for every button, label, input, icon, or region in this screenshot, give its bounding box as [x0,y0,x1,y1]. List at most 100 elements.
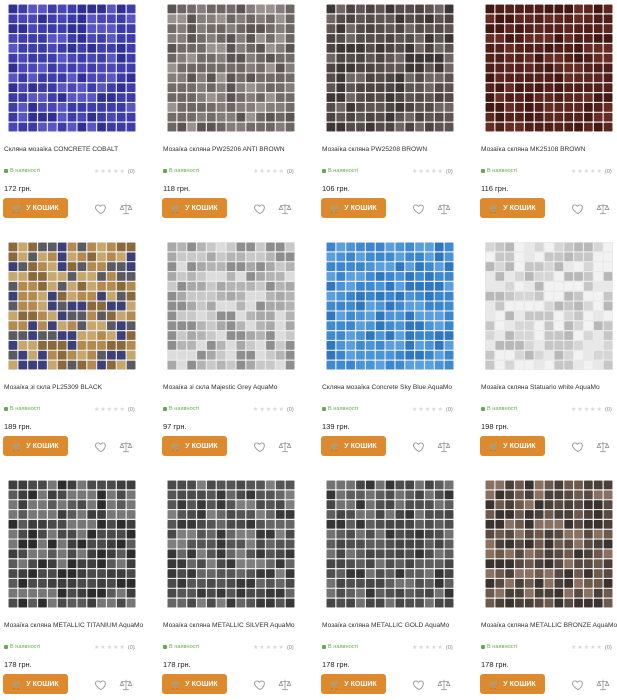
add-to-cart-button[interactable]: 🛒 У КОШИК [480,436,545,456]
rating-count: (0) [604,407,612,413]
scales-icon[interactable] [278,678,292,692]
product-image[interactable] [485,242,613,370]
rating-stars[interactable]: ★★★★★ (0) [571,406,612,413]
product-image[interactable] [326,4,454,132]
add-to-cart-button[interactable]: 🛒 У КОШИК [480,198,545,218]
product-price: 189 грн. [4,422,32,431]
product-image[interactable] [167,242,295,370]
rating-stars[interactable]: ★★★★★ (0) [94,168,135,175]
availability-status: В наявності [322,644,358,650]
availability-label: В наявності [10,168,41,174]
product-name[interactable]: Мозаїка скляна METALLIC SILVER AquaMo [163,622,315,629]
scales-icon[interactable] [596,202,610,216]
scales-icon[interactable] [437,202,451,216]
product-image[interactable] [485,480,613,608]
rating-count: (0) [127,645,135,651]
add-to-cart-button[interactable]: 🛒 У КОШИК [321,674,386,694]
rating-count: (0) [286,169,294,175]
rating-count: (0) [286,407,294,413]
add-to-cart-button[interactable]: 🛒 У КОШИК [3,198,68,218]
heart-icon[interactable] [412,678,426,692]
cart-icon: 🛒 [171,441,182,451]
heart-icon[interactable] [412,202,426,216]
product-name[interactable]: Мозаїка скляна PW25206 ANTI BROWN [163,146,315,153]
product-name[interactable]: Мозаїка скляна PW25208 BROWN [322,146,474,153]
scales-icon[interactable] [119,440,133,454]
product-price: 198 грн. [481,422,509,431]
star-icons: ★★★★★ [571,407,603,413]
scales-icon[interactable] [278,440,292,454]
availability-status: В наявності [322,406,358,412]
add-to-cart-button[interactable]: 🛒 У КОШИК [480,674,545,694]
product-name[interactable]: Мозаїка скляна METALLIC TITANIUM AquaMo [4,622,156,629]
rating-stars[interactable]: ★★★★★ (0) [412,168,453,175]
cart-icon: 🛒 [330,203,341,213]
product-name[interactable]: Мозаїка скляна Statuario white AquaMo [481,384,617,391]
scales-icon[interactable] [437,440,451,454]
product-price: 172 грн. [4,184,32,193]
scales-icon[interactable] [596,678,610,692]
heart-icon[interactable] [253,678,267,692]
product-price: 178 грн. [4,660,32,669]
add-to-cart-button[interactable]: 🛒 У КОШИК [162,674,227,694]
heart-icon[interactable] [94,678,108,692]
scales-icon[interactable] [437,678,451,692]
rating-stars[interactable]: ★★★★★ (0) [571,168,612,175]
add-to-cart-button[interactable]: 🛒 У КОШИК [321,198,386,218]
add-to-cart-label: У КОШИК [185,204,218,212]
add-to-cart-label: У КОШИК [26,204,59,212]
product-name[interactable]: Мозаїка зі скла Majestic Grey AquaMo [163,384,315,391]
availability-label: В наявності [487,644,518,650]
scales-icon[interactable] [119,678,133,692]
heart-icon[interactable] [94,440,108,454]
product-image[interactable] [326,242,454,370]
in-stock-icon [163,644,167,649]
cart-icon: 🛒 [171,203,182,213]
add-to-cart-button[interactable]: 🛒 У КОШИК [162,436,227,456]
star-icons: ★★★★★ [253,407,285,413]
rating-stars[interactable]: ★★★★★ (0) [253,644,294,651]
in-stock-icon [322,406,326,411]
product-image[interactable] [167,480,295,608]
add-to-cart-button[interactable]: 🛒 У КОШИК [3,674,68,694]
rating-stars[interactable]: ★★★★★ (0) [571,644,612,651]
rating-count: (0) [445,169,453,175]
product-name[interactable]: Мозаїка зі скла PL25309 BLACK [4,384,156,391]
heart-icon[interactable] [571,202,585,216]
product-name[interactable]: Скляна мозаїка Concrete Sky Blue AquaMo [322,384,474,391]
product-price: 178 грн. [322,660,350,669]
scales-icon[interactable] [119,202,133,216]
scales-icon[interactable] [278,202,292,216]
product-name[interactable]: Мозаїка скляна METALLIC BRONZE AquaMo [481,622,617,629]
rating-stars[interactable]: ★★★★★ (0) [94,406,135,413]
product-image[interactable] [485,4,613,132]
heart-icon[interactable] [253,440,267,454]
heart-icon[interactable] [571,678,585,692]
rating-stars[interactable]: ★★★★★ (0) [412,406,453,413]
add-to-cart-button[interactable]: 🛒 У КОШИК [3,436,68,456]
star-icons: ★★★★★ [412,645,444,651]
product-name[interactable]: Мозаїка скляна METALLIC GOLD AquaMo [322,622,474,629]
product-image[interactable] [8,4,136,132]
availability-label: В наявності [487,168,518,174]
availability-status: В наявності [4,644,40,650]
heart-icon[interactable] [571,440,585,454]
product-image[interactable] [167,4,295,132]
heart-icon[interactable] [253,202,267,216]
product-image[interactable] [8,242,136,370]
rating-stars[interactable]: ★★★★★ (0) [253,406,294,413]
scales-icon[interactable] [596,440,610,454]
rating-stars[interactable]: ★★★★★ (0) [253,168,294,175]
product-image[interactable] [8,480,136,608]
add-to-cart-button[interactable]: 🛒 У КОШИК [321,436,386,456]
heart-icon[interactable] [412,440,426,454]
product-name[interactable]: Мозаїка скляна MK25108 BROWN [481,146,617,153]
product-price: 97 грн. [163,422,187,431]
rating-stars[interactable]: ★★★★★ (0) [94,644,135,651]
rating-count: (0) [445,645,453,651]
product-image[interactable] [326,480,454,608]
product-name[interactable]: Скляна мозаїка CONCRETE COBALT [4,146,156,153]
rating-stars[interactable]: ★★★★★ (0) [412,644,453,651]
add-to-cart-button[interactable]: 🛒 У КОШИК [162,198,227,218]
heart-icon[interactable] [94,202,108,216]
